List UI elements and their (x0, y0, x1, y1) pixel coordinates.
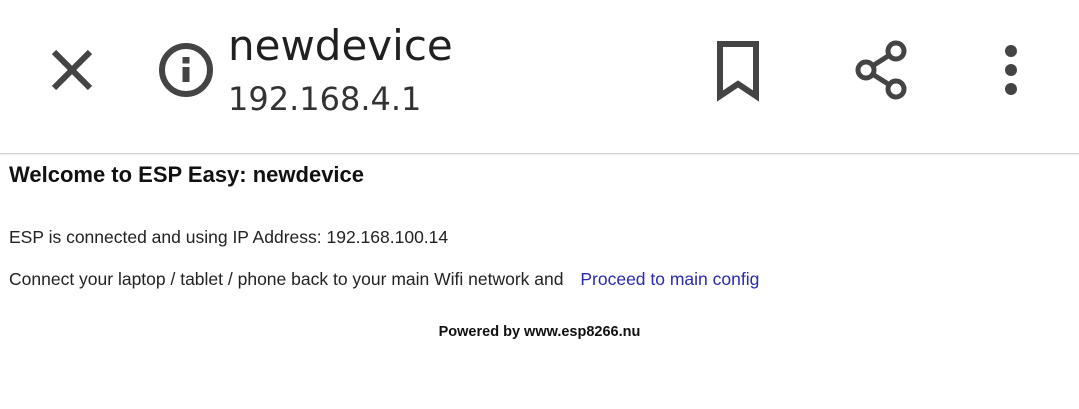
powered-by-footer: Powered by www.esp8266.nu (438, 324, 641, 340)
share-icon (855, 40, 907, 100)
connect-back-line: Connect your laptop / tablet / phone bac… (9, 267, 759, 291)
close-icon (51, 49, 93, 91)
connected-status-text: ESP is connected and using IP Address: 1… (9, 227, 449, 247)
welcome-heading: Welcome to ESP Easy: newdevice (9, 162, 365, 187)
share-button[interactable] (850, 38, 914, 102)
browser-toolbar: newdevice 192.168.4.1 (0, 0, 1079, 154)
connect-back-text: Connect your laptop / tablet / phone bac… (9, 269, 564, 289)
site-info-button[interactable] (154, 38, 218, 102)
proceed-to-main-config-link[interactable]: Proceed to main config (580, 269, 759, 289)
info-icon (159, 43, 213, 97)
bookmark-icon (717, 41, 759, 102)
page-content: Welcome to ESP Easy: newdevice ESP is co… (9, 160, 1069, 340)
more-options-button[interactable] (979, 38, 1043, 102)
bookmark-button[interactable] (706, 38, 770, 102)
title-block: newdevice 192.168.4.1 (228, 20, 688, 120)
more-vert-icon (1005, 45, 1017, 95)
close-button[interactable] (40, 38, 104, 102)
page-title: newdevice (228, 21, 453, 70)
page-url: 192.168.4.1 (228, 80, 422, 118)
